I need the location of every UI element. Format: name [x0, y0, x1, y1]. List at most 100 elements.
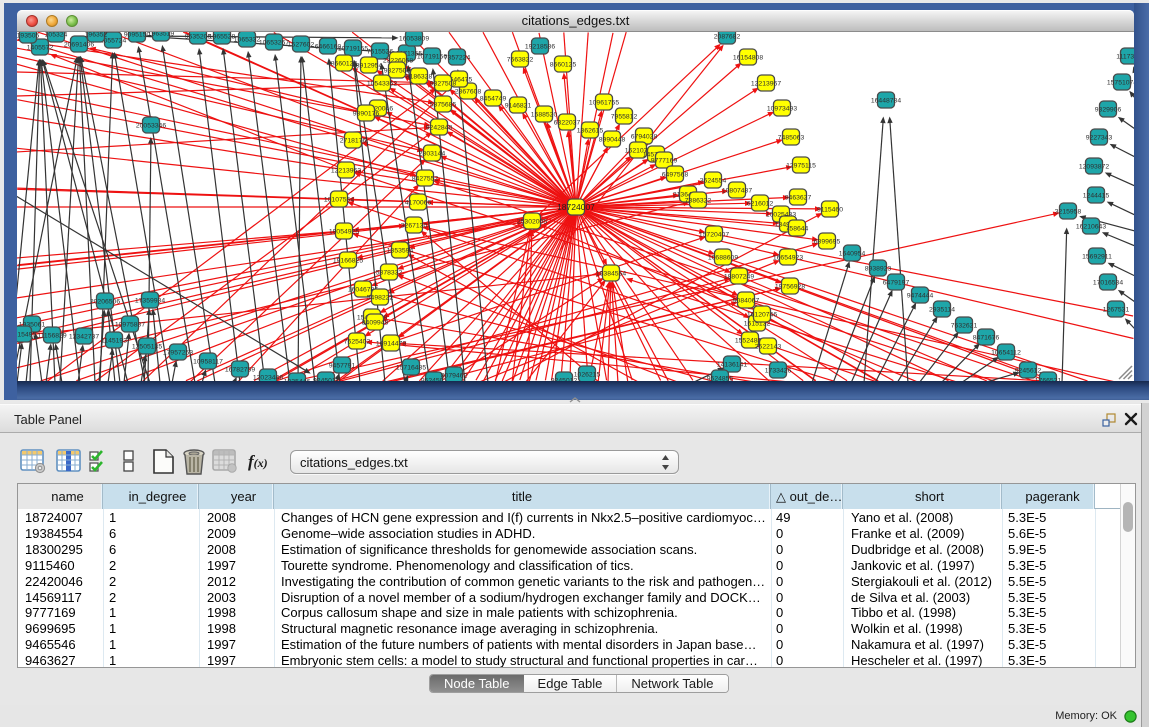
- svg-text:5498222: 5498222: [367, 295, 394, 302]
- svg-text:9327508: 9327508: [430, 81, 457, 88]
- svg-text:9146821: 9146821: [505, 103, 532, 110]
- svg-text:10719155: 10719155: [338, 46, 368, 53]
- svg-text:14136141: 14136141: [717, 362, 747, 369]
- svg-text:19384554: 19384554: [596, 271, 626, 278]
- svg-text:9242848: 9242848: [426, 125, 453, 132]
- svg-text:3915495: 3915495: [17, 332, 36, 339]
- svg-text:10654112: 10654112: [991, 350, 1021, 357]
- svg-text:9777169: 9777169: [651, 158, 678, 165]
- svg-text:9084067: 9084067: [733, 298, 760, 305]
- svg-text:7632621: 7632621: [951, 323, 978, 330]
- svg-text:17016534: 17016534: [1093, 280, 1123, 287]
- svg-text:7625402: 7625402: [344, 339, 371, 346]
- svg-text:2935114: 2935114: [929, 307, 955, 314]
- svg-text:9635205: 9635205: [185, 34, 212, 41]
- svg-text:12505135: 12505135: [132, 344, 162, 351]
- svg-text:17957253: 17957253: [163, 350, 193, 357]
- svg-text:8409948: 8409948: [362, 320, 389, 327]
- svg-text:758644: 758644: [786, 226, 809, 233]
- svg-text:105324: 105324: [45, 32, 68, 39]
- svg-text:7663822: 7663822: [507, 57, 534, 64]
- svg-text:20053346: 20053346: [136, 123, 166, 130]
- svg-text:9227343: 9227343: [1086, 135, 1113, 142]
- svg-text:10107554: 10107554: [324, 197, 354, 204]
- svg-text:9329906: 9329906: [1095, 107, 1122, 114]
- svg-text:1026215: 1026215: [574, 372, 601, 379]
- svg-text:16053809: 16053809: [399, 36, 429, 43]
- svg-text:1353594: 1353594: [387, 248, 414, 255]
- svg-text:12093872: 12093872: [1079, 164, 1109, 171]
- svg-text:2803144: 2803144: [419, 151, 446, 158]
- svg-text:1733426: 1733426: [765, 368, 792, 375]
- svg-text:2718176: 2718176: [340, 138, 367, 145]
- svg-text:8454749: 8454749: [480, 96, 507, 103]
- svg-text:9474444: 9474444: [907, 293, 934, 300]
- svg-text:16654923: 16654923: [773, 255, 803, 262]
- svg-text:1117358: 1117358: [1116, 54, 1134, 61]
- svg-text:9095150: 9095150: [124, 32, 151, 39]
- svg-text:16210643: 16210643: [1076, 224, 1106, 231]
- svg-text:9890176: 9890176: [353, 111, 380, 118]
- svg-text:18807249: 18807249: [724, 274, 754, 281]
- svg-text:11156829: 11156829: [37, 333, 66, 340]
- svg-text:3267130: 3267130: [401, 223, 428, 230]
- svg-text:7386322: 7386322: [685, 198, 712, 205]
- svg-text:16120746: 16120746: [747, 312, 777, 319]
- svg-text:16448784: 16448784: [871, 98, 901, 105]
- svg-text:6497568: 6497568: [662, 172, 689, 179]
- svg-text:5878332: 5878332: [376, 270, 403, 277]
- svg-text:12023446: 12023446: [253, 375, 283, 382]
- svg-text:6216012: 6216012: [747, 201, 774, 208]
- svg-text:1963519: 1963519: [148, 32, 175, 38]
- svg-text:16914479: 16914479: [376, 341, 406, 348]
- svg-text:9327509: 9327509: [384, 68, 411, 75]
- svg-text:6794028: 6794028: [631, 134, 658, 141]
- svg-text:1640954: 1640954: [839, 251, 866, 258]
- svg-text:8186328: 8186328: [406, 74, 433, 81]
- svg-text:193505: 193505: [17, 33, 40, 40]
- svg-text:9245011: 9245011: [313, 378, 339, 382]
- svg-text:10973493: 10973493: [767, 106, 797, 113]
- svg-text:15716485: 15716485: [396, 365, 426, 372]
- svg-text:10958117: 10958117: [193, 359, 223, 366]
- svg-text:19756928: 19756928: [775, 284, 805, 291]
- svg-text:20206506: 20206506: [90, 299, 120, 306]
- svg-text:5875685: 5875685: [430, 102, 457, 109]
- svg-text:6322037: 6322037: [554, 120, 581, 127]
- svg-text:15720407: 15720407: [699, 232, 729, 239]
- svg-text:9524855: 9524855: [707, 376, 734, 382]
- svg-text:10719156: 10719156: [417, 54, 447, 61]
- svg-text:1527602: 1527602: [288, 42, 315, 49]
- svg-text:8660124: 8660124: [331, 61, 358, 68]
- svg-text:19166825: 19166825: [333, 258, 363, 265]
- svg-text:19054925: 19054925: [329, 229, 359, 236]
- svg-text:1065332: 1065332: [234, 37, 261, 44]
- svg-text:6479197: 6479197: [883, 280, 910, 287]
- svg-text:12342737: 12342737: [69, 334, 99, 341]
- svg-text:2867608: 2867608: [455, 89, 482, 96]
- svg-text:10807487: 10807487: [722, 188, 752, 195]
- svg-text:1965528: 1965528: [209, 34, 236, 41]
- svg-text:15751074: 15751074: [1107, 80, 1134, 87]
- svg-text:8938923: 8938923: [865, 266, 892, 273]
- svg-text:18724007: 18724007: [557, 202, 595, 212]
- svg-text:12213967: 12213967: [751, 81, 781, 88]
- svg-text:1267531: 1267531: [1103, 307, 1130, 314]
- svg-text:19218586: 19218586: [525, 44, 555, 51]
- svg-text:3215958: 3215958: [1055, 209, 1082, 216]
- svg-text:8427552: 8427552: [412, 176, 439, 183]
- svg-text:1588520: 1588520: [531, 112, 558, 119]
- svg-text:3912954: 3912954: [356, 63, 383, 70]
- svg-text:10543362: 10543362: [367, 81, 397, 88]
- svg-text:1362615: 1362615: [577, 128, 604, 135]
- svg-text:10961755: 10961755: [589, 100, 619, 107]
- svg-text:8471676: 8471676: [973, 335, 1000, 342]
- svg-text:7955812: 7955812: [611, 114, 638, 121]
- svg-text:15692911: 15692911: [1082, 254, 1112, 261]
- svg-text:1766521: 1766521: [1035, 378, 1062, 382]
- svg-text:8990448: 8990448: [599, 137, 626, 144]
- svg-text:25302005: 25302005: [517, 219, 547, 226]
- svg-text:12975115: 12975115: [786, 163, 816, 170]
- svg-text:4170066: 4170066: [405, 200, 432, 207]
- svg-text:20691406: 20691406: [64, 42, 94, 49]
